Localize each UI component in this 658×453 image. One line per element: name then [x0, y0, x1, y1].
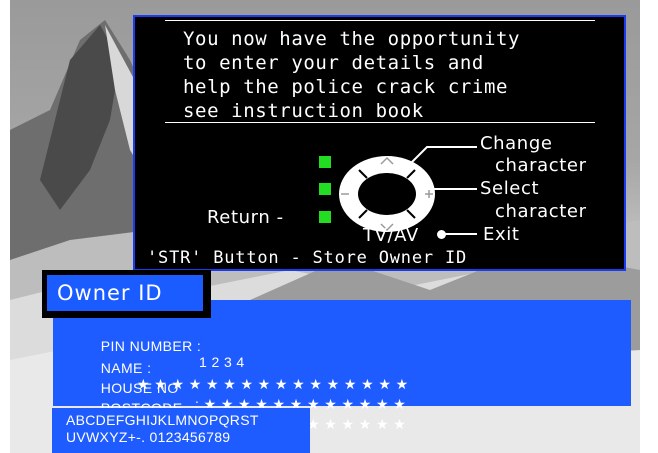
- owner-id-title: Owner ID: [47, 275, 203, 311]
- instruction-line: You now have the opportunity: [183, 28, 521, 50]
- tvav-label: TV/AV: [363, 225, 419, 246]
- instruction-panel: You now have the opportunity to enter yo…: [133, 15, 626, 271]
- green-indicator-icon: [319, 183, 331, 195]
- pin-value[interactable]: 1 2 3 4: [199, 354, 245, 370]
- charset-line1[interactable]: ABCDEFGHIJKLMNOPQRST: [66, 412, 310, 429]
- exit-bullet-icon: [437, 230, 446, 239]
- tv-screen: You now have the opportunity to enter yo…: [10, 0, 640, 453]
- charset-line2[interactable]: UVWXYZ+-. 0123456789: [66, 429, 310, 446]
- change-label-line1: Change: [480, 133, 553, 154]
- top-divider: [165, 20, 595, 21]
- green-indicator-icon: [319, 156, 331, 168]
- return-label: Return -: [207, 207, 284, 228]
- character-set-panel: ABCDEFGHIJKLMNOPQRST UVWXYZ+-. 012345678…: [52, 408, 310, 453]
- instruction-line: to enter your details and: [183, 52, 484, 74]
- instruction-line: see instruction book: [183, 100, 424, 122]
- select-label-line2: character: [495, 201, 587, 222]
- exit-label: Exit: [483, 224, 520, 245]
- change-label-line2: character: [495, 155, 587, 176]
- select-label-line1: Select: [480, 178, 540, 199]
- instruction-message: You now have the opportunity to enter yo…: [183, 27, 520, 123]
- instruction-line: help the police crack crime: [183, 76, 509, 98]
- store-instruction: 'STR' Button - Store Owner ID: [147, 248, 468, 268]
- green-indicator-icon: [319, 211, 331, 223]
- middle-divider: [165, 122, 595, 123]
